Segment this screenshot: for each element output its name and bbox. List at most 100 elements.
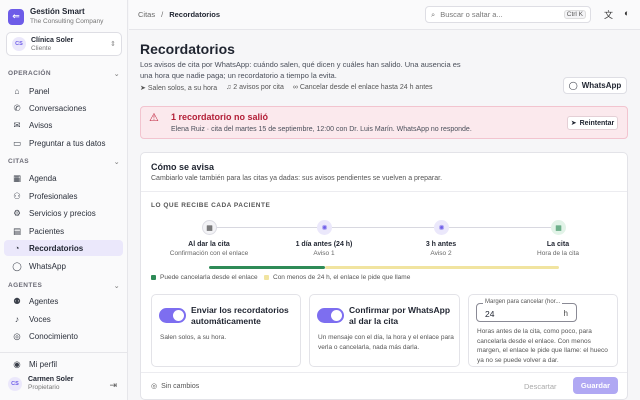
- feature-chips: ➤ Salen solos, a su hora ♫ 2 avisos por …: [140, 84, 433, 92]
- sidebar-item-recordatorios[interactable]: ◔ Recordatorios: [4, 240, 123, 256]
- step-title: 1 día antes (24 h): [295, 241, 353, 248]
- section-agentes[interactable]: AGENTES ⌄: [8, 282, 120, 290]
- sidebar-item-label: Servicios y precios: [29, 208, 96, 218]
- save-button[interactable]: Guardar: [573, 377, 618, 394]
- auto-send-toggle[interactable]: [159, 308, 186, 323]
- card-footer: ◎ Sin cambios Descartar Guardar: [141, 372, 627, 400]
- brand-subtitle: The Consulting Company: [30, 18, 104, 25]
- section-citas[interactable]: CITAS ⌄: [8, 158, 120, 166]
- step-sub: Confirmación con el enlace: [169, 250, 249, 257]
- legend-cancel: Puede cancelarla desde el enlace: [151, 274, 258, 281]
- user-avatar: CS: [8, 376, 22, 391]
- profile-icon: ◉: [13, 358, 21, 369]
- step-title: Al dar la cita: [188, 241, 230, 248]
- sidebar-item-label: Conocimiento: [29, 331, 78, 341]
- org-role: Cliente: [31, 44, 52, 52]
- legend-swatch: [264, 275, 269, 280]
- discard-button[interactable]: Descartar: [524, 382, 557, 391]
- chevron-down-icon: ⌄: [113, 283, 120, 290]
- breadcrumb-current: Recordatorios: [169, 10, 221, 19]
- step-sub: Aviso 1: [313, 250, 335, 257]
- call-window-bar: [325, 266, 559, 269]
- brand-logo-icon: ⇐: [8, 8, 24, 25]
- sidebar-item-conversaciones[interactable]: ✆ Conversaciones: [4, 100, 123, 116]
- sidebar-item-label: Profesionales: [29, 191, 78, 201]
- send-icon: ➤: [140, 85, 146, 92]
- sidebar-item-label: Preguntar a tus datos: [29, 138, 106, 148]
- whatsapp-icon: ◯: [568, 81, 578, 90]
- knowledge-icon: ◎: [13, 330, 21, 341]
- clock-icon: ◔: [14, 243, 20, 253]
- org-switcher[interactable]: CS Clínica Soler Cliente ⇕: [6, 32, 122, 56]
- alert-message-icon: ⚠: [149, 112, 159, 124]
- field-value: 24: [485, 309, 495, 319]
- section-operacion[interactable]: OPERACIÓN ⌄: [8, 70, 120, 78]
- bell-icon: ♫: [226, 84, 232, 91]
- card-subtitle: Cambiarlo vale también para las citas ya…: [151, 175, 443, 182]
- legend-swatch: [151, 275, 156, 280]
- confirm-whatsapp-toggle[interactable]: [317, 308, 344, 323]
- alert-text: Elena Ruiz · cita del martes 15 de septi…: [171, 126, 472, 133]
- translate-icon[interactable]: 文: [604, 8, 613, 21]
- calendar-icon: ▦: [202, 220, 217, 235]
- sidebar-item-label: Agenda: [29, 173, 57, 183]
- sidebar-item-avisos[interactable]: ✉ Avisos: [4, 117, 123, 133]
- settings-card: Cómo se avisa Cambiarlo vale también par…: [140, 152, 628, 400]
- link-icon: ∞: [292, 84, 298, 91]
- chip-label: 2 avisos por cita: [233, 84, 284, 91]
- users-icon: ⚇: [13, 190, 21, 201]
- sidebar-item-label: Conversaciones: [29, 103, 87, 113]
- breadcrumb-citas[interactable]: Citas: [138, 10, 155, 19]
- theme-toggle-icon[interactable]: ◐: [624, 8, 629, 18]
- retry-button[interactable]: ➤ Reintentar: [567, 116, 618, 130]
- breadcrumb-separator: /: [161, 10, 164, 19]
- whatsapp-button[interactable]: ◯ WhatsApp: [563, 77, 627, 94]
- step-title: La cita: [546, 241, 570, 248]
- failed-reminder-alert: ⚠ 1 recordatorio no salió Elena Ruiz · c…: [140, 106, 628, 139]
- sidebar-item-whatsapp[interactable]: ◯ WhatsApp: [4, 258, 123, 274]
- sidebar-item-label: Avisos: [29, 120, 53, 130]
- sidebar-item-preguntar[interactable]: ▭ Preguntar a tus datos: [4, 135, 123, 151]
- user-menu[interactable]: CS Carmen Soler Propietario: [8, 375, 74, 392]
- sidebar-item-label: Panel: [29, 86, 50, 96]
- option-text: Horas antes de la cita, como poco, para …: [477, 328, 608, 364]
- settings-icon: ⚙: [13, 207, 21, 218]
- sidebar-item-servicios[interactable]: ⚙ Servicios y precios: [4, 205, 123, 221]
- sidebar-item-pacientes[interactable]: ▤ Pacientes: [4, 223, 123, 239]
- option-title: Enviar los recordatorios automáticamente: [191, 305, 289, 326]
- page-description: Los avisos de cita por WhatsApp: cuándo …: [140, 60, 461, 80]
- sidebar-item-agenda[interactable]: ▦ Agenda: [4, 170, 123, 186]
- alert-title: 1 recordatorio no salió: [171, 112, 269, 122]
- option-text: Salen solos, a su hora.: [160, 334, 227, 341]
- sidebar-item-agentes[interactable]: ⚉ Agentes: [4, 293, 123, 309]
- sidebar-item-label: Pacientes: [29, 226, 65, 236]
- cancel-margin-input[interactable]: Margen para cancelar (hor... 24 h: [476, 299, 577, 322]
- option-text: Un mensaje con el día, la hora y el enla…: [318, 334, 454, 351]
- brand-name: Gestión Smart: [30, 7, 85, 16]
- sidebar: ⇐ Gestión Smart The Consulting Company C…: [0, 0, 128, 400]
- sidebar-item-mi-perfil[interactable]: ◉ Mi perfil: [4, 356, 123, 372]
- logout-icon[interactable]: ⇥: [109, 380, 117, 391]
- chip-count: ♫ 2 avisos por cita: [226, 84, 284, 92]
- chip-label: Salen solos, a su hora: [147, 85, 218, 92]
- retry-label: Reintentar: [579, 119, 615, 127]
- check-circle-icon: ◎: [151, 383, 158, 390]
- search-icon: ⌕: [431, 9, 436, 19]
- calendar-icon: ▦: [12, 172, 22, 183]
- user-role: Propietario: [28, 384, 60, 391]
- sidebar-item-voces[interactable]: ♪ Voces: [4, 311, 123, 327]
- sidebar-item-label: Agentes: [29, 296, 59, 306]
- bell-icon: ✺: [317, 220, 332, 235]
- page-title: Recordatorios: [140, 41, 235, 57]
- chip-auto: ➤ Salen solos, a su hora: [140, 84, 217, 92]
- chat-icon: ▭: [12, 137, 22, 148]
- chevron-updown-icon: ⇕: [110, 41, 116, 48]
- brand[interactable]: ⇐ Gestión Smart The Consulting Company: [8, 7, 103, 26]
- step-title: 3 h antes: [425, 241, 457, 248]
- sidebar-item-profesionales[interactable]: ⚇ Profesionales: [4, 188, 123, 204]
- search-input[interactable]: ⌕ Buscar o saltar a... Ctrl K: [425, 6, 591, 23]
- whatsapp-icon: ◯: [12, 260, 22, 271]
- field-unit: h: [563, 309, 568, 318]
- sidebar-item-panel[interactable]: ⌂ Panel: [4, 83, 123, 99]
- sidebar-item-conocimiento[interactable]: ◎ Conocimiento: [4, 328, 123, 344]
